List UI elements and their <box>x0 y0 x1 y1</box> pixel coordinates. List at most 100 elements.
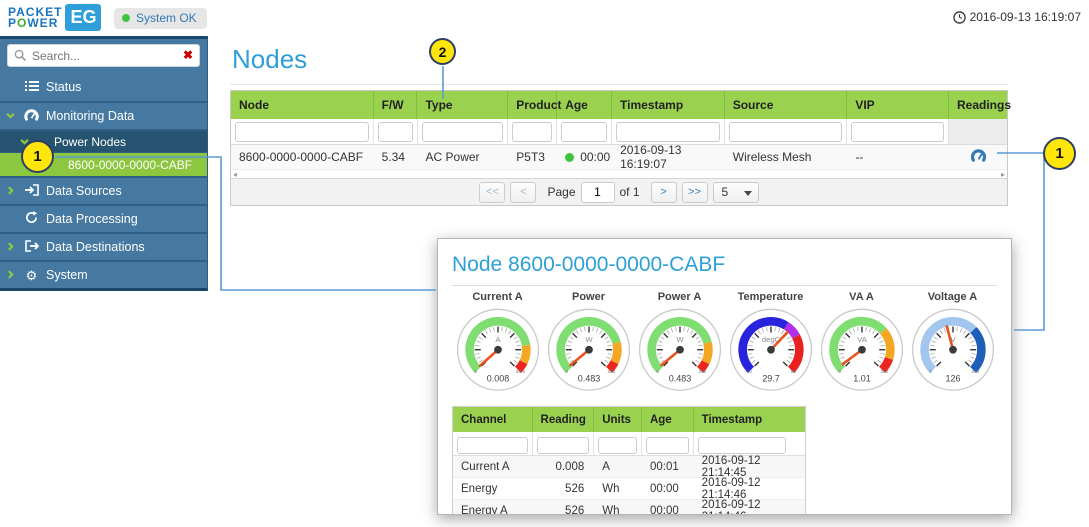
filter-units-input[interactable] <box>598 437 637 454</box>
svg-text:A: A <box>495 335 501 344</box>
last-page-button[interactable]: >> <box>682 182 708 203</box>
cell-node: 8600-0000-0000-CABF <box>231 145 374 169</box>
nodes-table-header: Node F/W Type Product Age Timestamp Sour… <box>231 91 1007 119</box>
cell-age: 00:01 <box>642 456 694 477</box>
filter-node-input[interactable] <box>235 122 369 142</box>
filter-type-input[interactable] <box>422 122 504 142</box>
col-header-units[interactable]: Units <box>594 407 642 432</box>
sidebar-item-label: Monitoring Data <box>46 109 134 123</box>
header-timestamp: 2016-09-13 16:19:07 <box>970 10 1081 24</box>
logo-line2: POWER <box>8 18 62 29</box>
col-header-channel[interactable]: Channel <box>453 407 533 432</box>
sidebar-item-system[interactable]: ⚙ System <box>0 260 207 288</box>
col-header-node[interactable]: Node <box>231 91 374 119</box>
filter-age-input[interactable] <box>646 437 689 454</box>
svg-text:29k: 29k <box>880 369 888 375</box>
sidebar-item-data-sources[interactable]: Data Sources <box>0 176 207 204</box>
gauge-dial: W029k0.483 <box>546 305 632 391</box>
cell-units: Wh <box>594 478 642 499</box>
table-row[interactable]: Energy 526 Wh 00:00 2016-09-12 21:14:46 <box>453 478 805 500</box>
cell-age: 00:00 <box>642 478 694 499</box>
chevron-right-icon <box>6 268 15 282</box>
cell-channel: Current A <box>453 456 533 477</box>
filter-timestamp-input[interactable] <box>698 437 786 454</box>
col-header-timestamp[interactable]: Timestamp <box>612 91 725 119</box>
svg-text:0: 0 <box>656 369 659 375</box>
cell-reading: 526 <box>533 500 595 515</box>
next-page-button[interactable]: > <box>651 182 677 203</box>
svg-text:0: 0 <box>474 369 477 375</box>
filter-reading-input[interactable] <box>537 437 590 454</box>
col-header-reading[interactable]: Reading <box>533 407 595 432</box>
cell-source: Wireless Mesh <box>725 145 848 169</box>
sign-out-icon <box>24 240 39 255</box>
logo-text: PACKET POWER <box>8 7 62 29</box>
col-header-timestamp[interactable]: Timestamp <box>694 407 805 432</box>
svg-text:-10: -10 <box>745 369 752 375</box>
cell-readings <box>949 145 1007 169</box>
sidebar-item-data-processing[interactable]: Data Processing <box>0 204 207 232</box>
svg-text:0.008: 0.008 <box>486 374 509 384</box>
filter-timestamp-input[interactable] <box>616 122 720 142</box>
col-header-type[interactable]: Type <box>417 91 508 119</box>
search-input[interactable] <box>32 49 177 63</box>
col-header-vip[interactable]: VIP <box>847 91 949 119</box>
table-row[interactable]: Current A 0.008 A 00:01 2016-09-12 21:14… <box>453 456 805 478</box>
sidebar-item-status[interactable]: Status <box>0 73 207 101</box>
page-number-input[interactable] <box>581 182 615 203</box>
cell-age: 00:00 <box>642 500 694 515</box>
channel-table-header: Channel Reading Units Age Timestamp <box>453 407 805 432</box>
filter-fw-input[interactable] <box>378 122 413 142</box>
filter-product-input[interactable] <box>512 122 552 142</box>
refresh-icon <box>24 211 39 227</box>
cell-units: Wh <box>594 500 642 515</box>
table-row[interactable]: 8600-0000-0000-CABF 5.34 AC Power P5T3 0… <box>231 145 1007 170</box>
popup-title: Node 8600-0000-0000-CABF <box>452 253 997 277</box>
prev-page-button[interactable]: < <box>510 182 536 203</box>
gauge-dial: V0283126 <box>910 305 996 391</box>
filter-vip-input[interactable] <box>851 122 944 142</box>
sidebar-item-data-destinations[interactable]: Data Destinations <box>0 232 207 260</box>
svg-text:VA: VA <box>857 335 868 344</box>
filter-channel-input[interactable] <box>457 437 528 454</box>
nodes-table: Node F/W Type Product Age Timestamp Sour… <box>230 90 1008 206</box>
gauge-label: Voltage A <box>907 290 998 305</box>
col-header-age[interactable]: Age <box>557 91 612 119</box>
cell-timestamp: 2016-09-12 21:14:46 <box>694 478 805 499</box>
sidebar-item-monitoring-data[interactable]: Monitoring Data <box>0 101 207 129</box>
cell-timestamp: 2016-09-13 16:19:07 <box>612 145 725 169</box>
chevron-right-icon <box>6 184 15 198</box>
readings-gauge-icon[interactable] <box>971 149 986 165</box>
first-page-button[interactable]: << <box>479 182 505 203</box>
search-box: ✖ <box>7 44 200 67</box>
age-status-dot <box>565 153 574 162</box>
system-status-badge[interactable]: System OK <box>114 8 207 29</box>
table-row[interactable]: Energy A 526 Wh 00:00 2016-09-12 21:14:4… <box>453 500 805 515</box>
page-size-value: 5 <box>722 185 729 199</box>
svg-text:29k: 29k <box>607 369 615 375</box>
page-size-select[interactable]: 5 <box>713 182 759 203</box>
sidebar-item-label: Data Destinations <box>46 240 145 254</box>
cell-channel: Energy <box>453 478 533 499</box>
col-header-product[interactable]: Product <box>508 91 557 119</box>
gauge-row: Current AA038.50.008PowerW029k0.483Power… <box>452 290 997 396</box>
scroll-left-icon[interactable]: ◂ <box>233 170 237 179</box>
list-icon <box>24 80 39 95</box>
col-header-fw[interactable]: F/W <box>374 91 418 119</box>
table-hscrollbar[interactable]: ◂ ▸ <box>231 170 1007 178</box>
cell-reading: 526 <box>533 478 595 499</box>
gauge-label: Power A <box>634 290 725 305</box>
gauge-label: Current A <box>452 290 543 305</box>
gauge-dial: degC-105029.7 <box>728 305 814 391</box>
chevron-right-icon <box>6 240 15 254</box>
scroll-right-icon[interactable]: ▸ <box>1001 170 1005 179</box>
col-header-age[interactable]: Age <box>642 407 694 432</box>
filter-age-input[interactable] <box>561 122 607 142</box>
cell-timestamp: 2016-09-12 21:14:45 <box>694 456 805 477</box>
col-header-readings[interactable]: Readings <box>949 91 1007 119</box>
system-status-label: System OK <box>136 11 197 25</box>
search-clear-icon[interactable]: ✖ <box>183 48 193 62</box>
annotation-circle-1-readings: 1 <box>1043 137 1076 170</box>
filter-source-input[interactable] <box>729 122 843 142</box>
col-header-source[interactable]: Source <box>725 91 848 119</box>
